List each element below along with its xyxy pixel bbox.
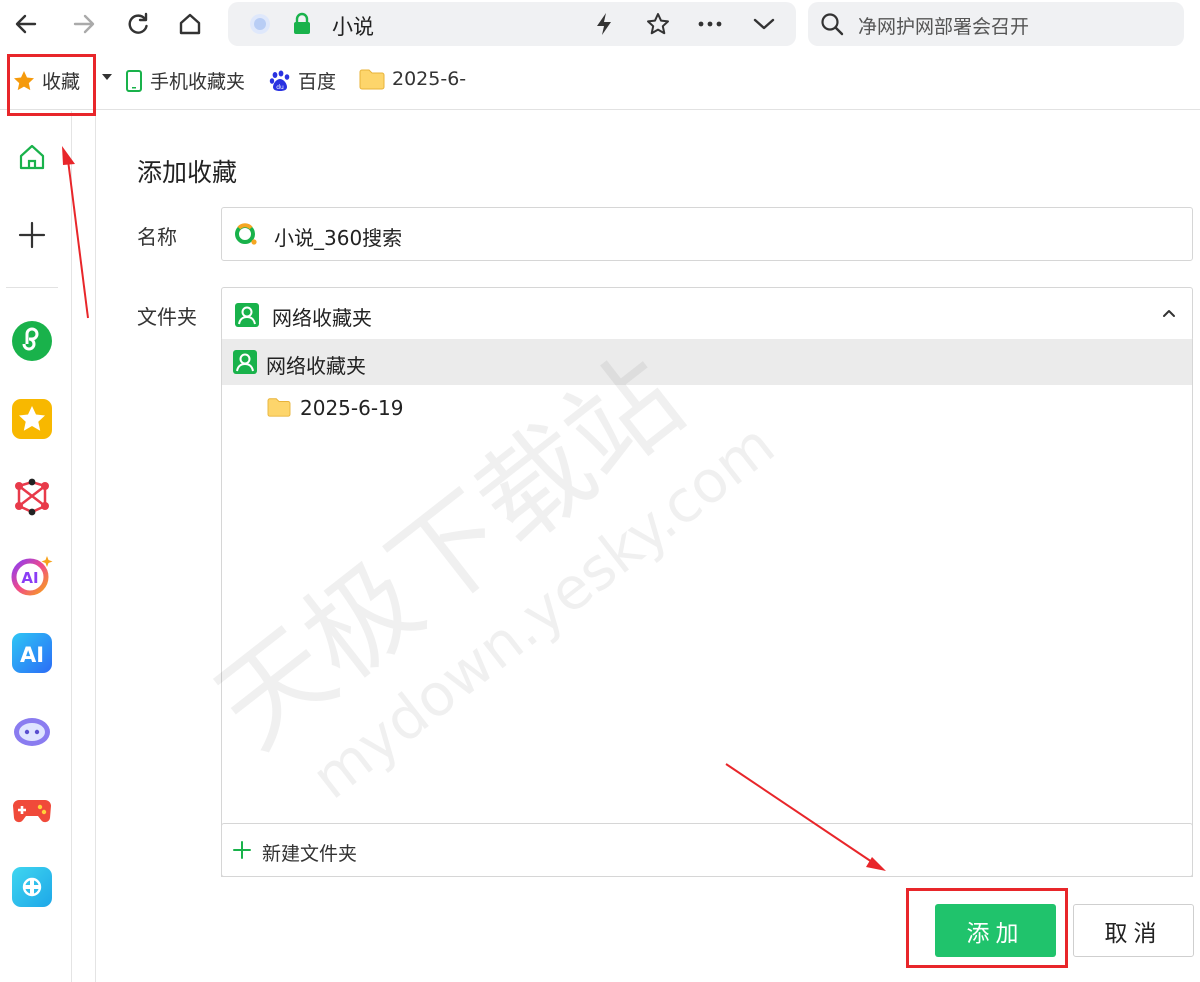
sidebar-item-star-app[interactable] — [10, 397, 54, 441]
svg-text:AI: AI — [21, 569, 38, 587]
chevron-down-icon — [753, 18, 775, 30]
bookmark-label: 手机收藏夹 — [150, 71, 246, 93]
favorites-dropdown[interactable] — [100, 70, 120, 84]
home-icon — [19, 144, 45, 170]
sidebar-divider — [6, 287, 58, 288]
folder-select[interactable]: 网络收藏夹 — [221, 287, 1193, 341]
sidebar-item-mini-program[interactable] — [10, 319, 54, 363]
lock-icon — [294, 12, 310, 34]
dialog-title: 添加收藏 — [137, 158, 238, 187]
back-button[interactable] — [8, 6, 44, 42]
folder-tree: 网络收藏夹 2025-6-19 — [221, 339, 1193, 877]
site-loading-icon — [250, 14, 270, 34]
search-box[interactable]: 净网护网部署会召开 — [808, 2, 1184, 46]
folder-tree-root-label: 网络收藏夹 — [266, 354, 366, 378]
refresh-icon — [128, 12, 148, 34]
sidebar-item-robot[interactable] — [10, 709, 54, 753]
lock-indicator[interactable] — [286, 8, 318, 40]
folder-tree-root[interactable]: 网络收藏夹 — [222, 339, 1192, 385]
plus-icon — [18, 221, 46, 249]
link-app-icon — [12, 867, 52, 907]
bookmark-mobile-favorites[interactable]: 手机收藏夹 — [124, 67, 245, 94]
sidebar-item-add[interactable] — [10, 213, 54, 257]
browser-toolbar: 小说 净网护网部署会召开 — [0, 0, 1200, 50]
folder-icon — [267, 398, 291, 417]
ai-app-icon: AI — [12, 633, 52, 673]
game-icon — [13, 800, 51, 823]
phone-icon — [126, 69, 142, 92]
plus-icon — [233, 841, 251, 859]
annotation-box-add — [906, 888, 1068, 968]
sidebar-item-link-app[interactable] — [10, 865, 54, 909]
network-app-icon — [15, 478, 49, 516]
folder-label: 文件夹 — [137, 305, 197, 329]
name-field[interactable]: 小说_360搜索 — [221, 207, 1193, 261]
star-outline-icon — [647, 13, 669, 35]
baidu-icon: du — [269, 70, 290, 91]
add-bookmark-dialog: 添加收藏 名称 小说_360搜索 文件夹 网络收藏夹 网络收藏夹 2025-6-… — [97, 111, 1200, 982]
search-icon — [821, 13, 844, 36]
new-folder-button[interactable]: 新建文件夹 — [221, 823, 1193, 877]
bookmark-baidu[interactable]: du 百度 — [268, 67, 336, 94]
left-sidebar: AI AI — [0, 111, 72, 982]
folder-value[interactable]: 网络收藏夹 — [272, 302, 372, 331]
address-dropdown-button[interactable] — [748, 8, 780, 40]
caret-down-icon — [102, 74, 112, 80]
back-arrow-icon — [15, 14, 37, 34]
sidebar-item-ai-app[interactable]: AI — [10, 631, 54, 675]
home-button[interactable] — [172, 6, 208, 42]
cancel-button[interactable]: 取消 — [1073, 904, 1194, 957]
folder-tree-item-label: 2025-6-19 — [300, 396, 404, 420]
robot-icon — [14, 718, 50, 746]
home-icon — [179, 13, 201, 35]
cloud-user-folder-icon — [233, 350, 257, 374]
bookmark-folder-2025[interactable]: 2025-6- — [358, 67, 466, 91]
so360-favicon — [235, 223, 257, 245]
annotation-box-favorites — [7, 54, 96, 116]
cloud-user-folder-icon — [235, 303, 259, 327]
search-placeholder[interactable]: 净网护网部署会召开 — [858, 12, 1029, 39]
svg-text:du: du — [276, 84, 284, 91]
bookmark-star-button[interactable] — [642, 8, 674, 40]
name-value[interactable]: 小说_360搜索 — [274, 222, 402, 251]
bookmark-label: 百度 — [298, 71, 337, 93]
sidebar-gutter — [72, 111, 96, 982]
address-text[interactable]: 小说 — [332, 11, 374, 41]
more-button[interactable] — [694, 8, 726, 40]
site-favicon — [244, 8, 276, 40]
svg-text:AI: AI — [20, 643, 44, 667]
sidebar-item-network-app[interactable] — [10, 475, 54, 519]
speed-mode-button[interactable] — [588, 8, 620, 40]
sidebar-item-ai-ring[interactable]: AI — [10, 553, 54, 597]
sidebar-item-home[interactable] — [10, 135, 54, 179]
new-folder-label: 新建文件夹 — [262, 843, 358, 865]
refresh-button[interactable] — [120, 6, 156, 42]
bookmark-label: 2025-6- — [392, 68, 467, 90]
ai-ring-icon: AI — [11, 556, 53, 596]
mini-program-icon — [12, 321, 52, 361]
chevron-up-icon[interactable] — [1162, 308, 1176, 318]
forward-button[interactable] — [66, 6, 102, 42]
sidebar-item-game[interactable] — [10, 787, 54, 831]
lightning-icon — [597, 13, 611, 35]
address-bar[interactable]: 小说 — [228, 2, 796, 46]
star-app-icon — [12, 399, 52, 439]
more-dots-icon — [698, 21, 722, 27]
forward-arrow-icon — [73, 14, 95, 34]
folder-icon — [359, 69, 385, 90]
name-label: 名称 — [137, 225, 177, 249]
folder-tree-item[interactable]: 2025-6-19 — [222, 385, 1192, 431]
bookmarks-bar: 收藏 手机收藏夹 du 百度 2025-6- — [0, 52, 1200, 110]
